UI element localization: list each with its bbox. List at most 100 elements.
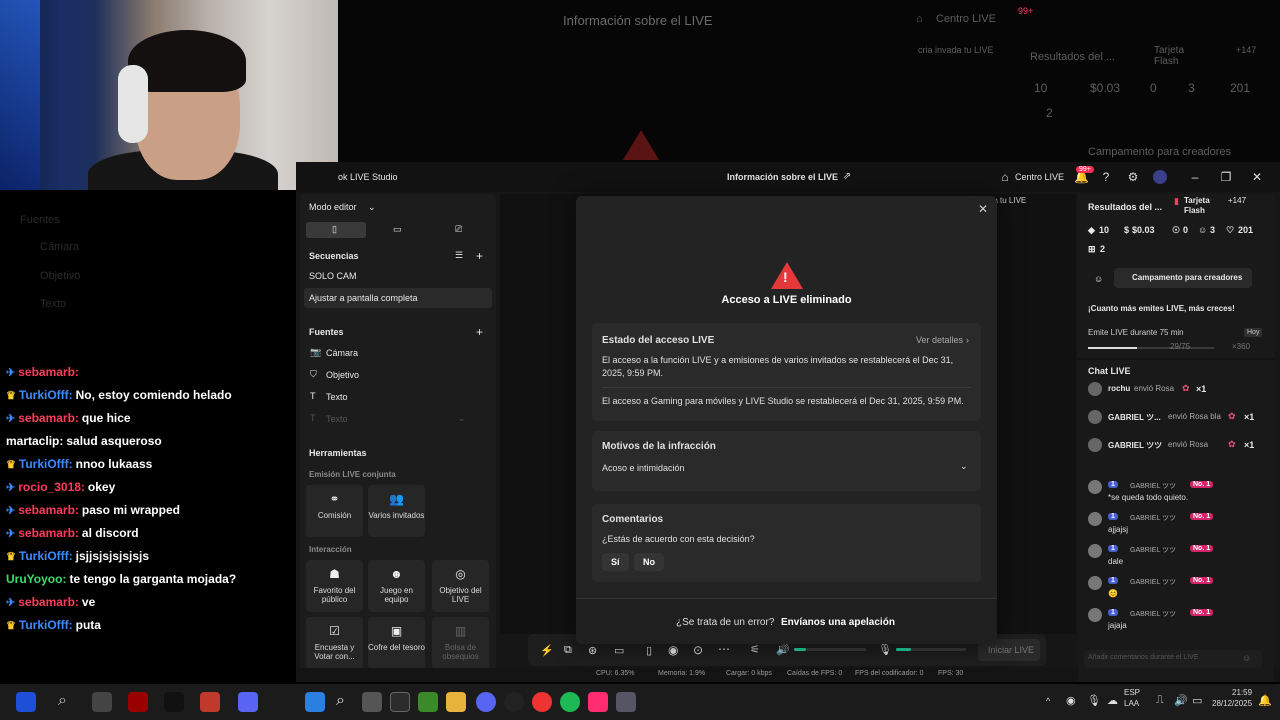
magic-icon[interactable]: ⚡ [540, 644, 554, 657]
taskbar-search-icon[interactable]: ⌕ [336, 692, 345, 710]
gift-avatar[interactable] [1088, 382, 1102, 396]
app-icon-10[interactable] [390, 692, 410, 712]
lang-laa[interactable]: LAA [1124, 699, 1139, 708]
settings-icon[interactable]: ⚙ [1126, 170, 1140, 184]
app-icon-14[interactable] [504, 692, 524, 712]
tool-varios-invitados[interactable]: 👥 Varios invitados [368, 485, 425, 537]
motivos-card[interactable]: Motivos de la infracción Acoso e intimid… [592, 431, 981, 491]
app-icon-6[interactable] [200, 692, 220, 712]
portrait-layout-button[interactable]: ▯ [306, 222, 366, 238]
app-icon-18[interactable] [616, 692, 636, 712]
tool-juego[interactable]: ☻ Juego en equipo [368, 560, 425, 612]
network-icon[interactable]: ⎍ [1156, 694, 1164, 707]
search-icon[interactable]: ⌕ [58, 692, 67, 710]
yes-button[interactable]: Sí [602, 553, 629, 571]
add-source-icon[interactable]: + [476, 325, 483, 339]
landscape-icon[interactable]: ▭ [393, 224, 402, 235]
app-icon-3[interactable] [92, 692, 112, 712]
tray-icon-3[interactable]: ☁ [1107, 694, 1118, 707]
list-icon[interactable]: ☰ [455, 250, 463, 261]
windows-start-icon[interactable] [305, 692, 325, 712]
notification-center-icon[interactable]: 🔔 [1258, 694, 1272, 707]
source-texto[interactable]: Texto [326, 392, 348, 402]
app-icon-4[interactable] [128, 692, 148, 712]
tool-favorito[interactable]: ☗ Favorito del público [306, 560, 363, 612]
speaker-icon[interactable]: 🔊 [776, 643, 790, 656]
rotate-icon[interactable]: ⎚ [455, 224, 462, 235]
screen-icon[interactable]: ▭ [614, 644, 624, 657]
discord-icon[interactable] [238, 692, 258, 712]
add-sequence-icon[interactable]: + [476, 249, 483, 263]
volume-icon[interactable]: 🔊 [1174, 694, 1188, 707]
chevron-down-icon[interactable]: ⌄ [368, 202, 376, 213]
editor-mode-dropdown[interactable]: Modo editor [309, 202, 357, 212]
layout-icon[interactable]: ⧉ [564, 644, 572, 657]
lang-esp[interactable]: ESP [1124, 688, 1140, 697]
minecraft-icon[interactable] [418, 692, 438, 712]
message-avatar[interactable] [1088, 608, 1102, 622]
tool-cofre[interactable]: ▣ Cofre del tesoro [368, 617, 425, 669]
tool-objetivo[interactable]: ◎ Objetivo del LIVE [432, 560, 489, 612]
battery-icon[interactable]: ▭ [1192, 694, 1202, 707]
gift-avatar[interactable] [1088, 410, 1102, 424]
help-icon[interactable]: ? [1099, 170, 1113, 184]
mic-icon[interactable]: 🎙 [878, 643, 892, 656]
message-avatar[interactable] [1088, 512, 1102, 526]
app-icon-1[interactable] [16, 692, 36, 712]
chevron-down-icon[interactable]: ⌄ [960, 460, 968, 473]
emoji-icon[interactable]: ☺ [1242, 653, 1251, 663]
access-removed-modal: ✕ ! Acceso a LIVE eliminado Estado del a… [576, 196, 997, 644]
results-title[interactable]: Resultados del ... [1088, 202, 1162, 212]
record-icon[interactable]: ◉ [668, 643, 678, 657]
sequence-ajustar[interactable]: Ajustar a pantalla completa [304, 288, 492, 308]
close-icon[interactable]: ✕ [978, 202, 988, 216]
discord-taskbar-icon[interactable] [476, 692, 496, 712]
tool-encuesta[interactable]: ☑ Encuesta y Votar con... [306, 617, 363, 669]
phone-icon[interactable]: ▯ [646, 644, 652, 657]
speaker-volume-slider[interactable] [794, 648, 866, 651]
opera-icon[interactable] [532, 692, 552, 712]
tarjeta-flash[interactable]: Tarjeta Flash [1184, 196, 1224, 215]
tray-chevron-icon[interactable]: ^ [1046, 696, 1050, 706]
chat-input[interactable]: Añadir comentarios durante el LIVE ☺ [1084, 650, 1262, 668]
minimize-icon[interactable]: – [1188, 170, 1202, 184]
mixer-icon[interactable]: ⚟ [750, 643, 760, 656]
source-objetivo[interactable]: Objetivo [326, 370, 359, 380]
mic-volume-slider[interactable] [896, 648, 966, 651]
ver-detalles-link[interactable]: Ver detalles [916, 334, 963, 347]
message-avatar[interactable] [1088, 576, 1102, 590]
app-icon-5[interactable] [164, 692, 184, 712]
clock-date[interactable]: 28/12/2025 [1212, 699, 1252, 708]
source-camara[interactable]: Cámara [326, 348, 358, 358]
folder-icon[interactable] [446, 692, 466, 712]
source-texto-2[interactable]: Texto [326, 414, 348, 424]
task-view-icon[interactable] [362, 692, 382, 712]
clock-time[interactable]: 21:59 [1232, 688, 1252, 697]
chevron-right-icon[interactable]: › [966, 334, 969, 347]
sequence-solo-cam[interactable]: SOLO CAM [309, 271, 357, 281]
tool-bolsa[interactable]: ▥ Bolsa de obsequios [432, 617, 489, 669]
message-avatar[interactable] [1088, 480, 1102, 494]
tiktok-studio-icon[interactable] [588, 692, 608, 712]
camera-toggle-icon[interactable]: ⊙ [693, 643, 703, 657]
home-icon[interactable]: ⌂ [998, 170, 1012, 184]
maximize-icon[interactable]: ❐ [1219, 170, 1233, 184]
more-icon[interactable]: ⋯ [718, 642, 730, 656]
spotify-icon[interactable] [560, 692, 580, 712]
close-window-icon[interactable]: ✕ [1250, 170, 1264, 184]
appeal-link[interactable]: Envíanos una apelación [781, 616, 895, 631]
avatar[interactable] [1153, 170, 1167, 184]
effects-icon[interactable]: ⊛ [588, 644, 597, 657]
no-button[interactable]: No [634, 553, 664, 571]
tray-icon-2[interactable]: 🎙 [1087, 694, 1101, 707]
tray-icon-1[interactable]: ◉ [1066, 694, 1076, 707]
share-icon[interactable]: ⇗ [840, 170, 854, 184]
campamento-button[interactable]: Campamento para creadores [1114, 268, 1252, 288]
user-add-icon[interactable]: ☺ [1094, 274, 1103, 284]
tool-comision[interactable]: ⚭ Comisión [306, 485, 363, 537]
titlebar-center[interactable]: Información sobre el LIVE [727, 172, 838, 182]
expand-chevron-icon[interactable]: ⌄ [458, 413, 466, 424]
centro-live[interactable]: Centro LIVE [1015, 172, 1064, 182]
message-avatar[interactable] [1088, 544, 1102, 558]
gift-avatar[interactable] [1088, 438, 1102, 452]
